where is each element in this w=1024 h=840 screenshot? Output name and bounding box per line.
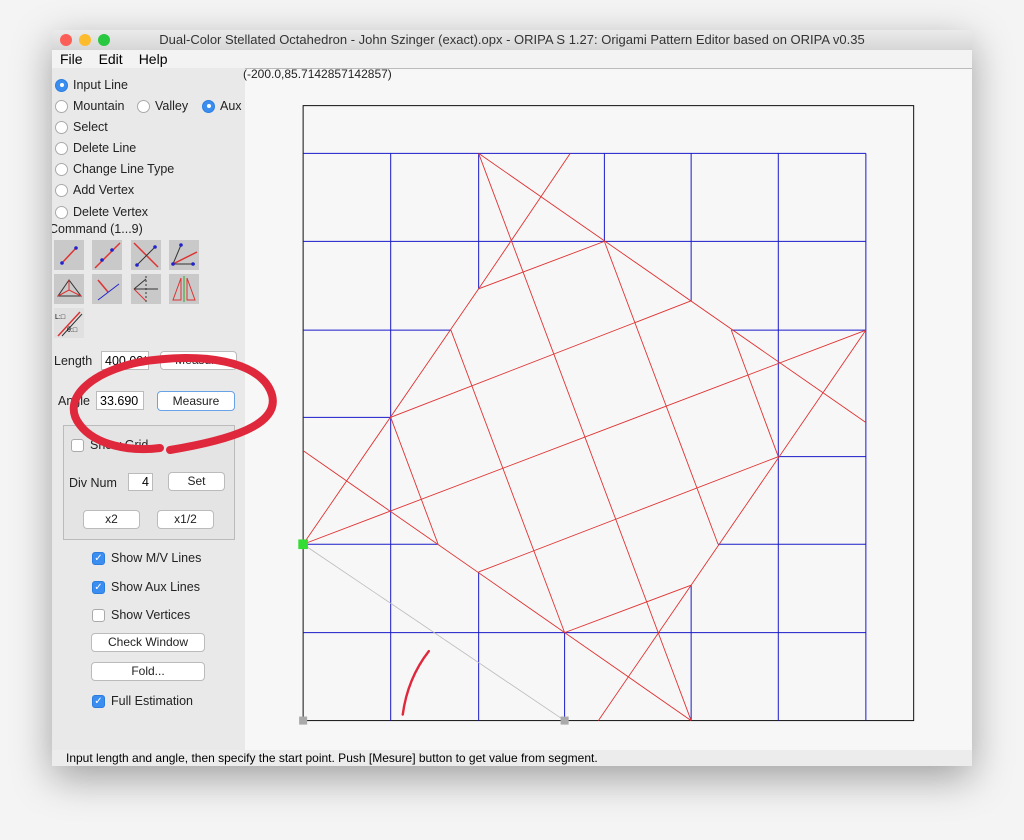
length-measure-button[interactable]: Measure — [160, 351, 237, 370]
show-mv-lines-checkbox[interactable]: ✓ Show M/V Lines — [92, 551, 201, 565]
set-button[interactable]: Set — [168, 472, 225, 491]
menu-file[interactable]: File — [52, 50, 91, 68]
radio-input-line[interactable]: Input Line — [55, 78, 128, 92]
radio-aux[interactable]: Aux — [202, 99, 242, 113]
cmd-angle-bisector-icon[interactable] — [169, 240, 199, 270]
cmd-bisector-icon[interactable] — [131, 240, 161, 270]
menu-help[interactable]: Help — [131, 50, 176, 68]
show-vertices-checkbox[interactable]: Show Vertices — [92, 608, 190, 622]
close-button[interactable] — [60, 34, 72, 46]
angle-measure-button[interactable]: Measure — [157, 391, 235, 411]
cmd-segment-icon[interactable] — [54, 240, 84, 270]
radio-add-vertex[interactable]: Add Vertex — [55, 183, 134, 197]
window-title: Dual-Color Stellated Octahedron - John S… — [159, 32, 865, 47]
cursor-coordinates: (-200.0,85.7142857142857) — [243, 67, 392, 81]
radio-delete-line[interactable]: Delete Line — [55, 141, 136, 155]
paper-border — [302, 105, 915, 722]
vertex-marker — [560, 716, 569, 725]
check-window-button[interactable]: Check Window — [91, 633, 205, 652]
show-grid-checkbox[interactable]: Show Grid — [71, 438, 148, 452]
cmd-symmetric-icon[interactable] — [131, 274, 161, 304]
grid-half-button[interactable]: x1/2 — [157, 510, 214, 529]
menu-bar: File Edit Help — [52, 50, 972, 69]
svg-text:L:□: L:□ — [55, 314, 66, 321]
length-input[interactable] — [101, 351, 149, 370]
annotation-stroke — [401, 649, 431, 716]
radio-mountain[interactable]: Mountain — [55, 99, 124, 113]
minimize-button[interactable] — [79, 34, 91, 46]
div-num-label: Div Num — [69, 476, 117, 490]
app-window: Dual-Color Stellated Octahedron - John S… — [52, 30, 972, 766]
grid-x2-button[interactable]: x2 — [83, 510, 140, 529]
svg-text:θ:□: θ:□ — [67, 327, 78, 334]
length-label: Length — [54, 354, 93, 368]
cmd-mirror-icon[interactable] — [169, 274, 199, 304]
cmd-length-angle-icon[interactable]: L:□ θ:□ — [54, 308, 84, 338]
mountain-lines — [302, 153, 867, 721]
radio-delete-vertex[interactable]: Delete Vertex — [55, 205, 148, 219]
tool-panel: Input Line Mountain Valley Aux Select De… — [52, 68, 245, 750]
status-bar: Input length and angle, then specify the… — [52, 750, 972, 766]
command-label: Command (1...9) — [52, 222, 143, 236]
div-num-input[interactable] — [128, 473, 153, 491]
full-estimation-checkbox[interactable]: ✓ Full Estimation — [92, 694, 193, 708]
show-aux-lines-checkbox[interactable]: ✓ Show Aux Lines — [92, 580, 200, 594]
radio-valley[interactable]: Valley — [137, 99, 188, 113]
angle-label: Angle — [58, 394, 90, 408]
radio-select[interactable]: Select — [55, 120, 108, 134]
cmd-perpendicular-icon[interactable] — [92, 274, 122, 304]
start-vertex-marker — [298, 539, 308, 550]
grid-panel: Show Grid Div Num Set x2 x1/2 — [63, 425, 235, 540]
vertex-marker — [299, 716, 308, 725]
crease-pattern-canvas[interactable]: (-200.0,85.7142857142857) — [243, 67, 972, 750]
title-bar: Dual-Color Stellated Octahedron - John S… — [52, 30, 972, 50]
cmd-incenter-icon[interactable] — [54, 274, 84, 304]
fold-button[interactable]: Fold... — [91, 662, 205, 681]
crease-pattern — [298, 105, 915, 725]
maximize-button[interactable] — [98, 34, 110, 46]
radio-change-line-type[interactable]: Change Line Type — [55, 162, 174, 176]
angle-input[interactable] — [96, 391, 144, 410]
cmd-line-icon[interactable] — [92, 240, 122, 270]
menu-edit[interactable]: Edit — [91, 50, 131, 68]
